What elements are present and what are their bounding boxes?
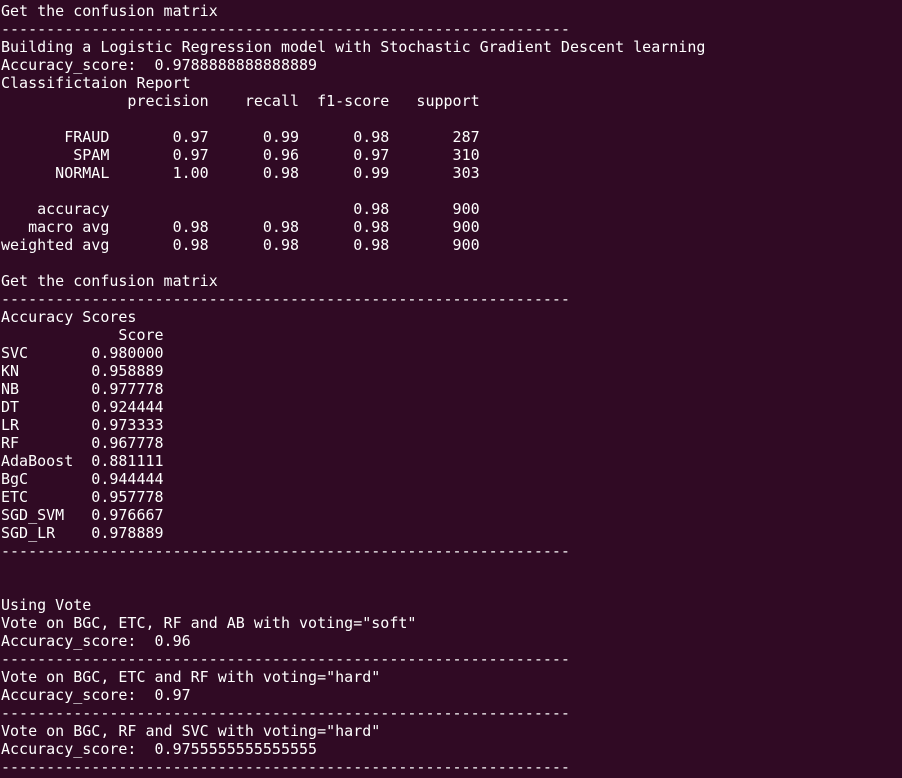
terminal-line: SVC 0.980000 (1, 344, 164, 362)
terminal-line: AdaBoost 0.881111 (1, 452, 164, 470)
terminal-line: NB 0.977778 (1, 380, 164, 398)
terminal-line: Using Vote (1, 596, 92, 614)
terminal-line: ----------------------------------------… (1, 542, 570, 560)
terminal-line: FRAUD 0.97 0.99 0.98 287 (1, 128, 480, 146)
terminal-line: ETC 0.957778 (1, 488, 164, 506)
terminal-line: Vote on BGC, ETC, RF and AB with voting=… (1, 614, 417, 632)
terminal-line: Accuracy_score: 0.9755555555555555 (1, 740, 318, 758)
terminal-line: Accuracy_score: 0.96 (1, 632, 191, 650)
terminal-line: RF 0.967778 (1, 434, 164, 452)
terminal-line: BgC 0.944444 (1, 470, 164, 488)
terminal-line: SGD_SVM 0.976667 (1, 506, 164, 524)
terminal-output[interactable]: Get the confusion matrix ----------------… (0, 0, 902, 778)
terminal-line: Vote on BGC, RF and SVC with voting="har… (1, 722, 381, 740)
terminal-line: ----------------------------------------… (1, 20, 570, 38)
terminal-line: KN 0.958889 (1, 362, 164, 380)
terminal-line: ----------------------------------------… (1, 650, 570, 668)
terminal-line: Get the confusion matrix (1, 272, 218, 290)
terminal-line: Accuracy_score: 0.9788888888888889 (1, 56, 318, 74)
terminal-line: ----------------------------------------… (1, 758, 570, 776)
terminal-line: SPAM 0.97 0.96 0.97 310 (1, 146, 480, 164)
terminal-line: Score (1, 326, 164, 344)
terminal-line: Get the confusion matrix (1, 2, 218, 20)
terminal-line: Accuracy Scores (1, 308, 137, 326)
terminal-line: precision recall f1-score support (1, 92, 480, 110)
terminal-line: Vote on BGC, ETC and RF with voting="har… (1, 668, 381, 686)
terminal-line: weighted avg 0.98 0.98 0.98 900 (1, 236, 480, 254)
terminal-line: accuracy 0.98 900 (1, 200, 480, 218)
terminal-line: NORMAL 1.00 0.98 0.99 303 (1, 164, 480, 182)
terminal-line: macro avg 0.98 0.98 0.98 900 (1, 218, 480, 236)
terminal-line: LR 0.973333 (1, 416, 164, 434)
terminal-line: Classifictaion Report (1, 74, 191, 92)
terminal-line: DT 0.924444 (1, 398, 164, 416)
terminal-line: SGD_LR 0.978889 (1, 524, 164, 542)
terminal-line: Building a Logistic Regression model wit… (1, 38, 706, 56)
terminal-line: Accuracy_score: 0.97 (1, 686, 191, 704)
terminal-line: ----------------------------------------… (1, 290, 570, 308)
terminal-line: ----------------------------------------… (1, 704, 570, 722)
